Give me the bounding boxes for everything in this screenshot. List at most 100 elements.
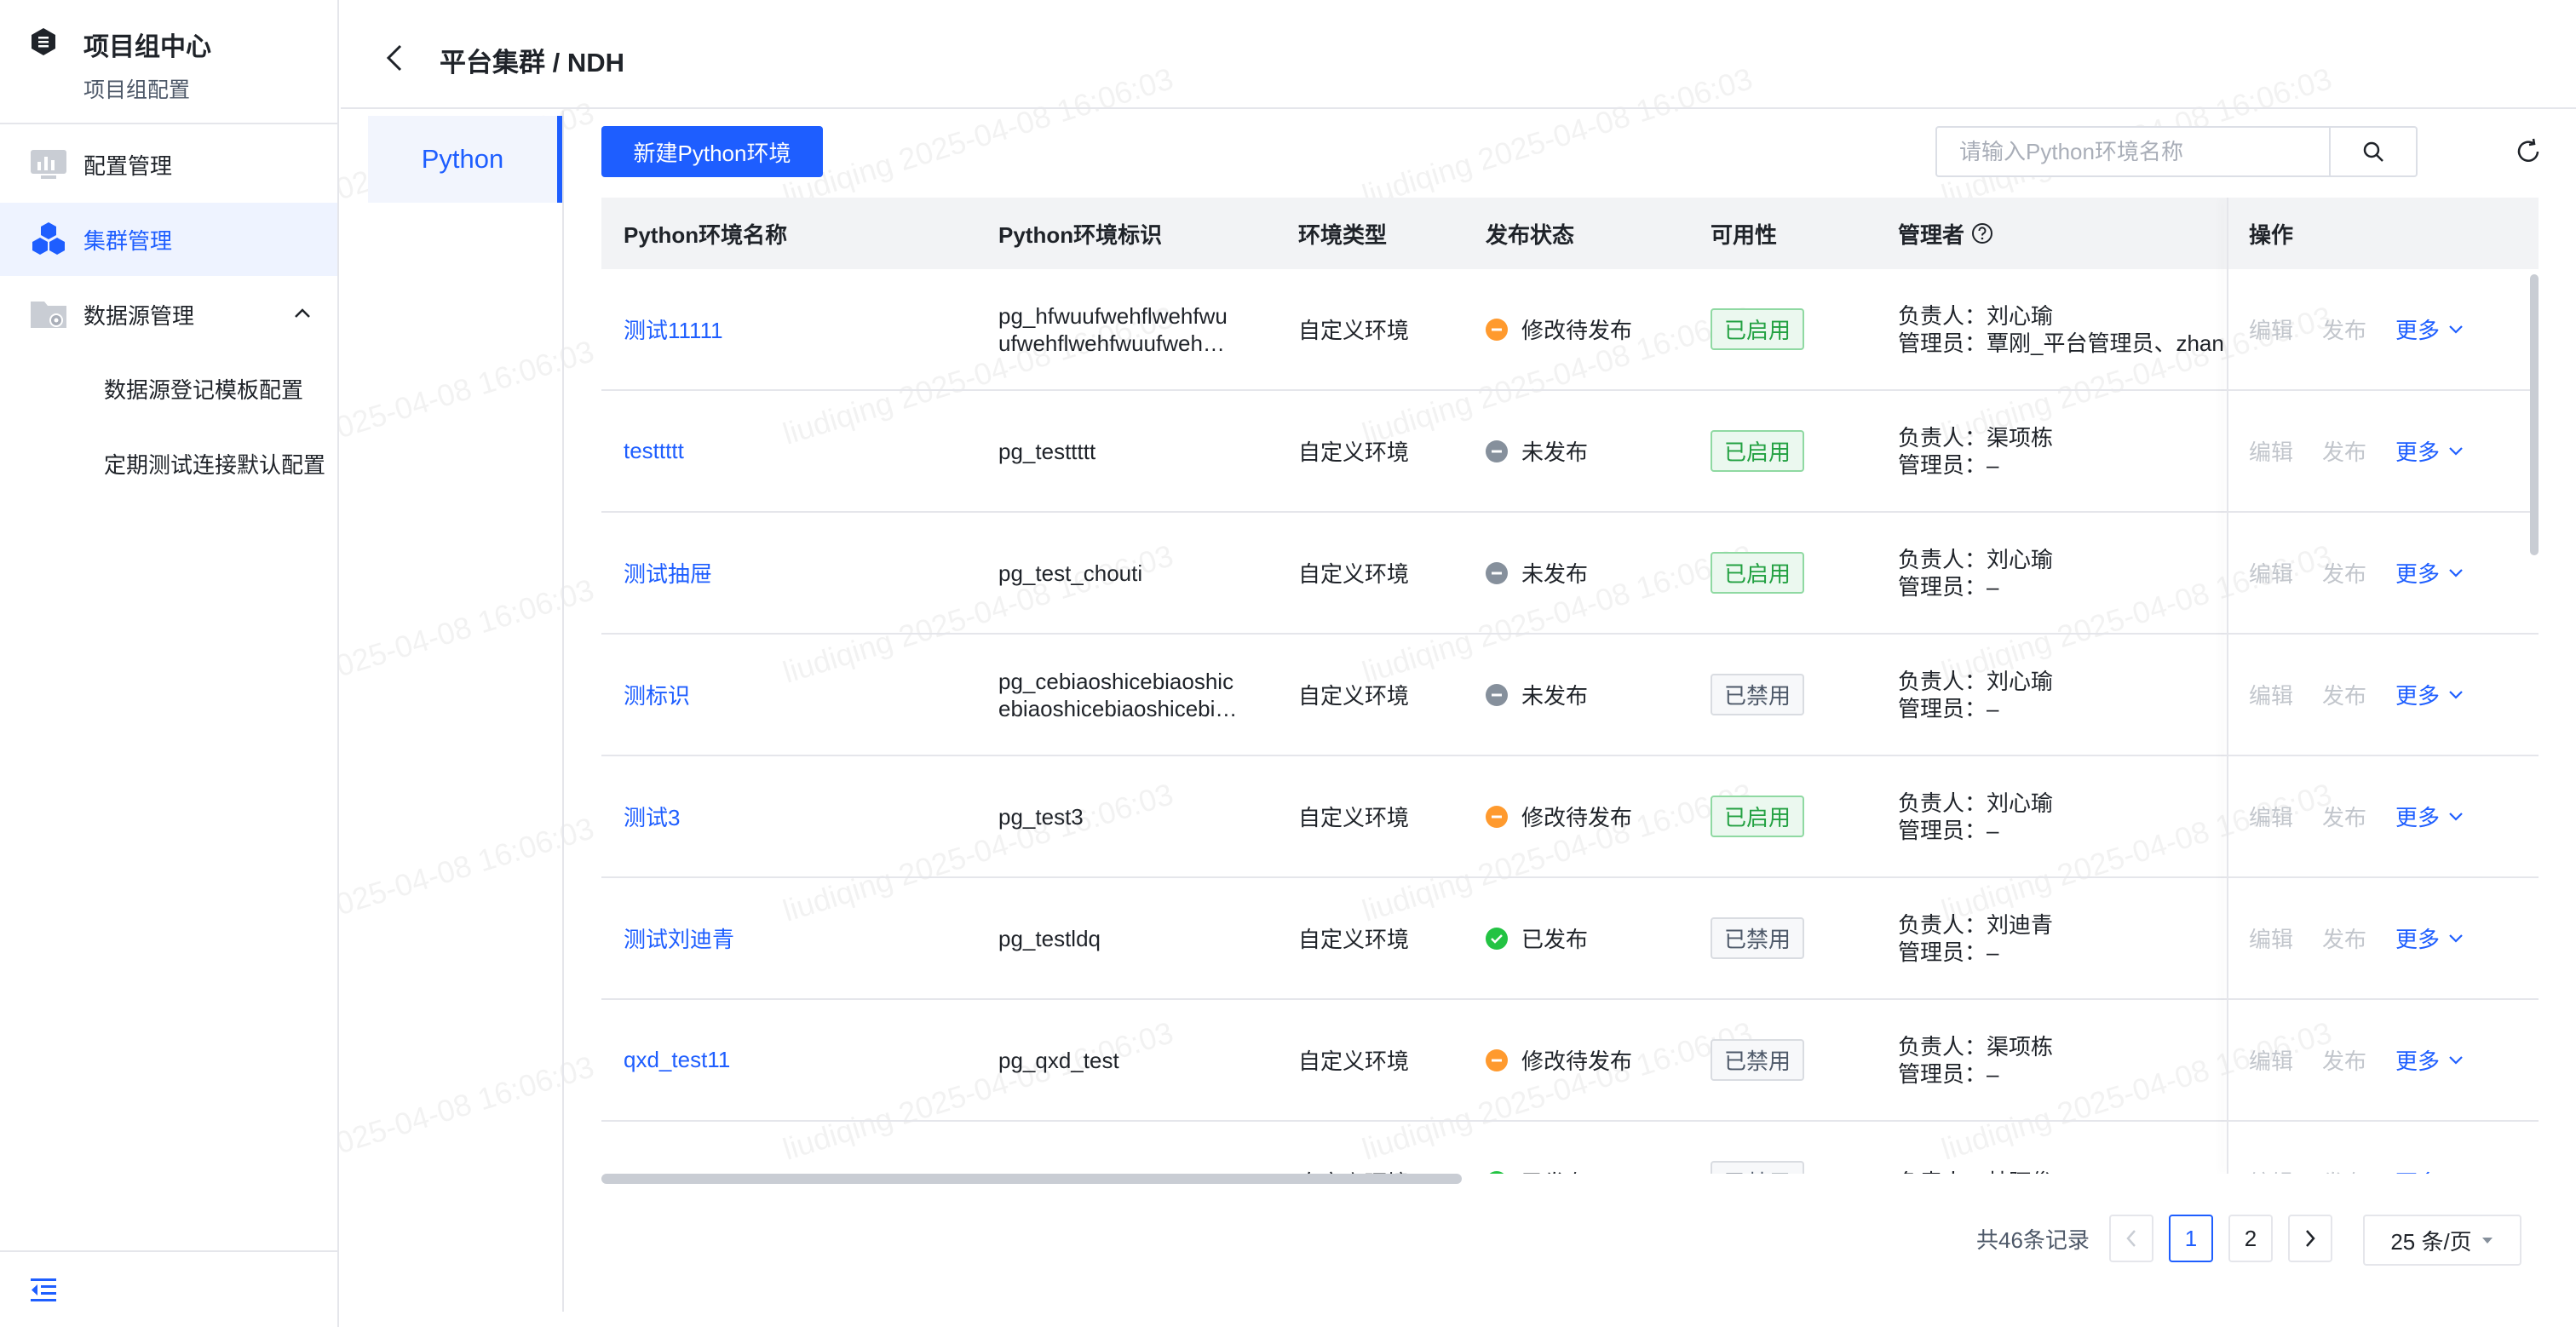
tab-python[interactable]: Python <box>368 116 562 203</box>
publish-button[interactable]: 发布 <box>2322 313 2366 345</box>
env-id-line1: pg_cebiaoshicebiaoshic <box>998 668 1234 694</box>
availability: 已禁用 <box>1711 878 1805 998</box>
more-button[interactable]: 更多 <box>2395 801 2464 832</box>
next-page-button[interactable] <box>2288 1215 2332 1262</box>
edit-button[interactable]: 编辑 <box>2249 679 2293 710</box>
env-name-link[interactable]: 测试抽屉 <box>624 513 712 633</box>
check-circle-icon <box>1486 1170 1508 1174</box>
publish-button[interactable]: 发布 <box>2322 435 2366 467</box>
more-label: 更多 <box>2395 1048 2441 1074</box>
page-1-button[interactable]: 1 <box>2169 1215 2213 1262</box>
horizontal-scrollbar[interactable] <box>601 1174 1462 1184</box>
env-name[interactable]: testtttt <box>624 438 684 464</box>
chevron-up-icon[interactable] <box>293 307 312 320</box>
publish-button[interactable]: 发布 <box>2322 801 2366 832</box>
project-hex-icon <box>32 28 55 55</box>
admin-text: 管理员：– <box>1898 939 1999 965</box>
more-label: 更多 <box>2395 805 2441 830</box>
owner-text: 负责人：刘迪青 <box>1898 911 2054 938</box>
search-button[interactable] <box>2329 128 2416 175</box>
publish-button[interactable]: 发布 <box>2322 557 2366 589</box>
back-arrow-icon[interactable] <box>383 43 405 73</box>
owner-text: 负责人：刘心瑜 <box>1898 302 2054 329</box>
env-id: pg_hfwuufwehflwehfwu ufwehflwehfwuufweh… <box>998 269 1228 389</box>
manager-info: 负责人：刘心瑜 管理员：覃刚_平台管理员、zhan <box>1898 269 2232 389</box>
env-name[interactable]: 测试3 <box>624 801 680 832</box>
availability: 已启用 <box>1711 756 1805 876</box>
vertical-scrollbar[interactable] <box>2530 274 2539 555</box>
env-name[interactable]: 测试11111 <box>624 313 723 345</box>
edit-button[interactable]: 编辑 <box>2249 922 2293 954</box>
more-button[interactable]: 更多 <box>2395 1044 2464 1076</box>
sidebar-item-config[interactable]: 配置管理 <box>0 128 337 201</box>
env-name-link[interactable]: testtttt <box>624 391 684 511</box>
more-button[interactable]: 更多 <box>2395 557 2464 589</box>
publish-status-text: 已发布 <box>1521 1166 1588 1174</box>
more-button[interactable]: 更多 <box>2395 922 2464 954</box>
availability: 已禁用 <box>1711 635 1805 755</box>
sidebar-item-cluster[interactable]: 集群管理 <box>0 203 337 276</box>
env-name-link[interactable]: 测试刘迪青 <box>624 878 734 998</box>
env-name-link[interactable]: 测标识 <box>624 635 690 755</box>
publish-status: 已发布 <box>1486 878 1588 998</box>
chevron-down-icon <box>2449 933 2463 943</box>
collapse-menu-icon[interactable] <box>29 1276 58 1303</box>
more-button[interactable]: 更多 <box>2395 435 2464 467</box>
more-button[interactable]: 更多 <box>2395 313 2464 345</box>
sidebar-item-datasource[interactable]: 数据源管理 <box>0 278 337 351</box>
env-id-line2: ebiaoshicebiaoshicebi… <box>998 695 1238 721</box>
search-input[interactable] <box>1937 128 2332 175</box>
edit-button[interactable]: 编辑 <box>2249 557 2293 589</box>
edit-button[interactable]: 编辑 <box>2249 313 2293 345</box>
status-dot-icon <box>1486 318 1508 341</box>
sidebar-title: 项目组中心 <box>83 33 211 61</box>
edit-button[interactable]: 编辑 <box>2249 801 2293 832</box>
env-name[interactable]: qxd_test11 <box>624 1047 730 1073</box>
sidebar-subtitle[interactable]: 项目组配置 <box>83 73 190 104</box>
page-2-button[interactable]: 2 <box>2228 1215 2273 1262</box>
publish-button[interactable]: 发布 <box>2322 1044 2366 1076</box>
sidebar-header: 项目组中心 项目组配置 <box>0 0 337 124</box>
status-dot-icon <box>1486 1048 1508 1071</box>
edit-button[interactable]: 编辑 <box>2249 1166 2293 1174</box>
new-python-env-button[interactable]: 新建Python环境 <box>601 126 823 177</box>
env-name[interactable]: 测标识 <box>624 679 690 710</box>
publish-status: 修改待发布 <box>1486 1000 1632 1120</box>
page-size-value: 25 条/页 <box>2390 1228 2472 1255</box>
sidebar-subitem-template[interactable]: 数据源登记模板配置 <box>104 373 303 405</box>
env-name-link[interactable]: 测试3 <box>624 756 680 876</box>
env-type: 自定义环境 <box>1298 683 1410 709</box>
env-id-line1: pg_test3 <box>998 803 1084 830</box>
admin-text: 管理员：– <box>1898 817 1999 843</box>
more-button[interactable]: 更多 <box>2395 679 2464 710</box>
env-id-line1: pg_test_chouti <box>998 560 1143 586</box>
env-id: pg_testldq <box>998 878 1101 998</box>
env-id: pg_testtttt <box>998 391 1095 511</box>
env-name-link[interactable]: 测试11111 <box>624 269 723 389</box>
refresh-icon[interactable] <box>2515 138 2542 165</box>
publish-button[interactable]: 发布 <box>2322 679 2366 710</box>
edit-button[interactable]: 编辑 <box>2249 1044 2293 1076</box>
help-circle-icon[interactable] <box>1971 222 1993 244</box>
sidebar-subitem-test-default[interactable]: 定期测试连接默认配置 <box>104 448 325 480</box>
publish-button[interactable]: 发布 <box>2322 1166 2366 1174</box>
publish-button[interactable]: 发布 <box>2322 922 2366 954</box>
table-row: testtttt pg_testtttt 自定义环境 未发布 已启用 负责人：渠… <box>601 391 2539 513</box>
env-name[interactable]: 测试抽屉 <box>624 557 712 589</box>
row-actions: 编辑 发布 更多 <box>2249 391 2539 511</box>
col-ops: 操作 <box>2249 221 2294 248</box>
publish-status: 修改待发布 <box>1486 756 1632 876</box>
env-name[interactable]: 测试刘迪青 <box>624 922 734 954</box>
chevron-down-icon <box>2449 568 2463 577</box>
availability-badge: 已禁用 <box>1711 1039 1805 1081</box>
publish-status: 未发布 <box>1486 391 1588 511</box>
env-id: pg_qxd_test <box>998 1000 1119 1120</box>
page-size-select[interactable]: 25 条/页 <box>2363 1215 2521 1266</box>
publish-status-text: 已发布 <box>1521 927 1589 952</box>
prev-page-button[interactable] <box>2109 1215 2153 1262</box>
more-button[interactable]: 更多 <box>2395 1166 2464 1174</box>
publish-status-text: 未发布 <box>1521 561 1589 587</box>
env-name-link[interactable]: qxd_test11 <box>624 1000 730 1120</box>
availability-badge: 已启用 <box>1711 308 1805 350</box>
edit-button[interactable]: 编辑 <box>2249 435 2293 467</box>
